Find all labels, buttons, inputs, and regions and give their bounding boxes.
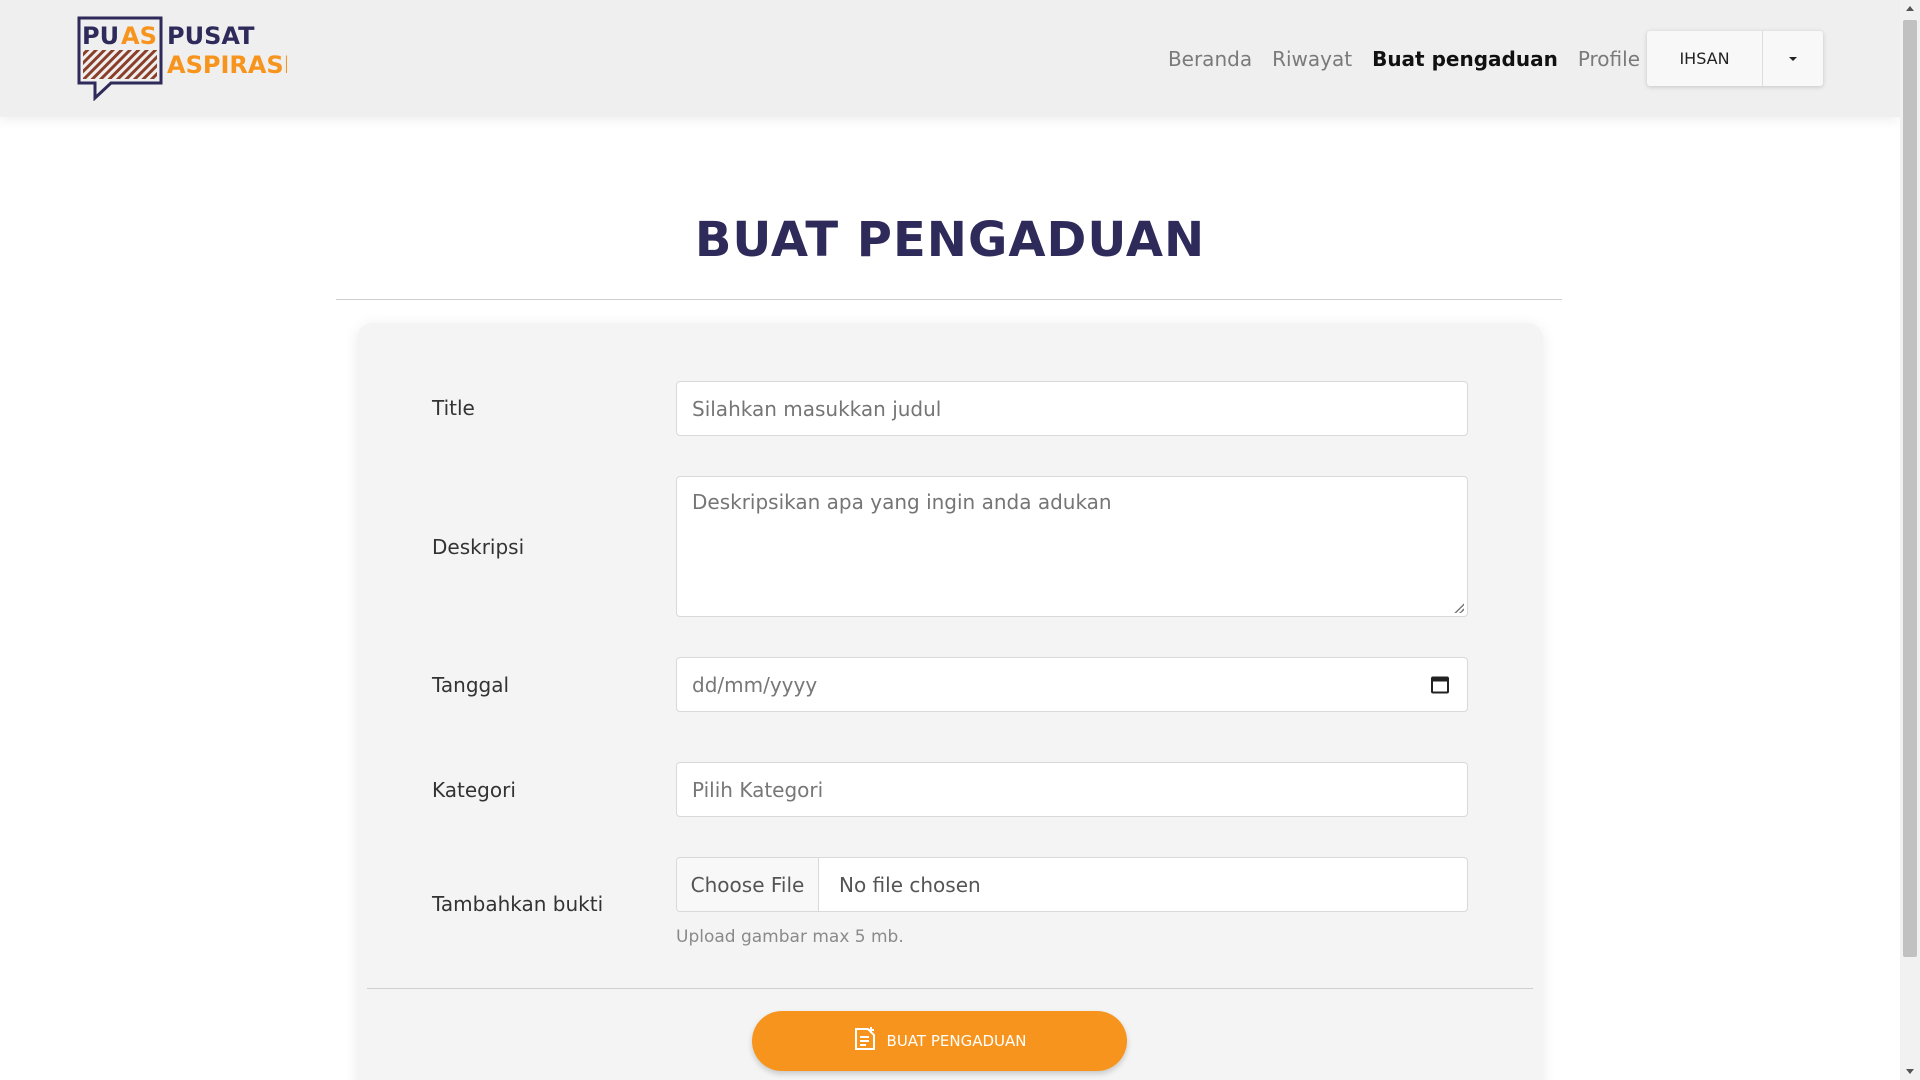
caret-down-icon xyxy=(1789,56,1797,61)
date-label: Tanggal xyxy=(432,673,510,697)
svg-text:PUSAT: PUSAT xyxy=(167,22,255,50)
page: PU AS PUSAT ASPIRASI Beranda Riwayat Bua… xyxy=(0,0,1920,1080)
svg-text:ASPIRASI: ASPIRASI xyxy=(167,51,287,79)
choose-file-button[interactable]: Choose File xyxy=(677,858,819,911)
resize-grip-icon[interactable] xyxy=(1454,603,1464,613)
submit-label: BUAT PENGADUAN xyxy=(886,1032,1027,1050)
svg-text:PU: PU xyxy=(82,22,119,50)
calendar-icon[interactable] xyxy=(1431,676,1449,693)
date-placeholder: dd/mm/yyyy xyxy=(692,672,818,697)
nav-profile[interactable]: Profile xyxy=(1578,47,1640,71)
title-input[interactable] xyxy=(676,381,1468,436)
scroll-thumb[interactable] xyxy=(1903,20,1917,957)
logo[interactable]: PU AS PUSAT ASPIRASI xyxy=(77,16,287,101)
navbar: PU AS PUSAT ASPIRASI Beranda Riwayat Bua… xyxy=(0,0,1900,117)
description-label: Deskripsi xyxy=(432,535,525,559)
evidence-file-input[interactable]: Choose File No file chosen xyxy=(676,857,1468,912)
scroll-down-icon[interactable] xyxy=(1906,1069,1914,1074)
card-divider xyxy=(367,988,1533,989)
scroll-up-icon[interactable] xyxy=(1906,6,1914,11)
submit-complaint-button[interactable]: BUAT PENGADUAN xyxy=(752,1011,1127,1071)
date-input[interactable]: dd/mm/yyyy xyxy=(676,657,1468,712)
nav-beranda[interactable]: Beranda xyxy=(1168,47,1252,71)
document-add-icon xyxy=(853,1026,877,1056)
complaint-form-card: Title Deskripsi Tanggal dd/mm/yyyy Kateg… xyxy=(357,323,1543,1080)
category-placeholder: Pilih Kategori xyxy=(692,777,824,802)
title-label: Title xyxy=(432,396,475,420)
nav-riwayat[interactable]: Riwayat xyxy=(1272,47,1352,71)
file-status: No file chosen xyxy=(839,872,981,897)
category-label: Kategori xyxy=(432,778,516,802)
user-menu: IHSAN xyxy=(1647,31,1823,86)
page-title: BUAT PENGADUAN xyxy=(694,212,1206,268)
description-textarea[interactable] xyxy=(676,476,1468,617)
upload-help-text: Upload gambar max 5 mb. xyxy=(676,927,904,947)
main-nav: Beranda Riwayat Buat pengaduan Profile xyxy=(1168,0,1640,117)
page-scrollbar[interactable] xyxy=(1900,0,1920,1080)
title-divider xyxy=(336,299,1562,300)
nav-buat-pengaduan[interactable]: Buat pengaduan xyxy=(1372,47,1558,71)
evidence-label: Tambahkan bukti xyxy=(432,892,604,916)
description-wrapper xyxy=(676,476,1468,617)
svg-text:AS: AS xyxy=(121,22,157,50)
category-select[interactable]: Pilih Kategori xyxy=(676,762,1468,817)
user-button[interactable]: IHSAN xyxy=(1647,31,1763,86)
user-dropdown-toggle[interactable] xyxy=(1763,31,1823,86)
